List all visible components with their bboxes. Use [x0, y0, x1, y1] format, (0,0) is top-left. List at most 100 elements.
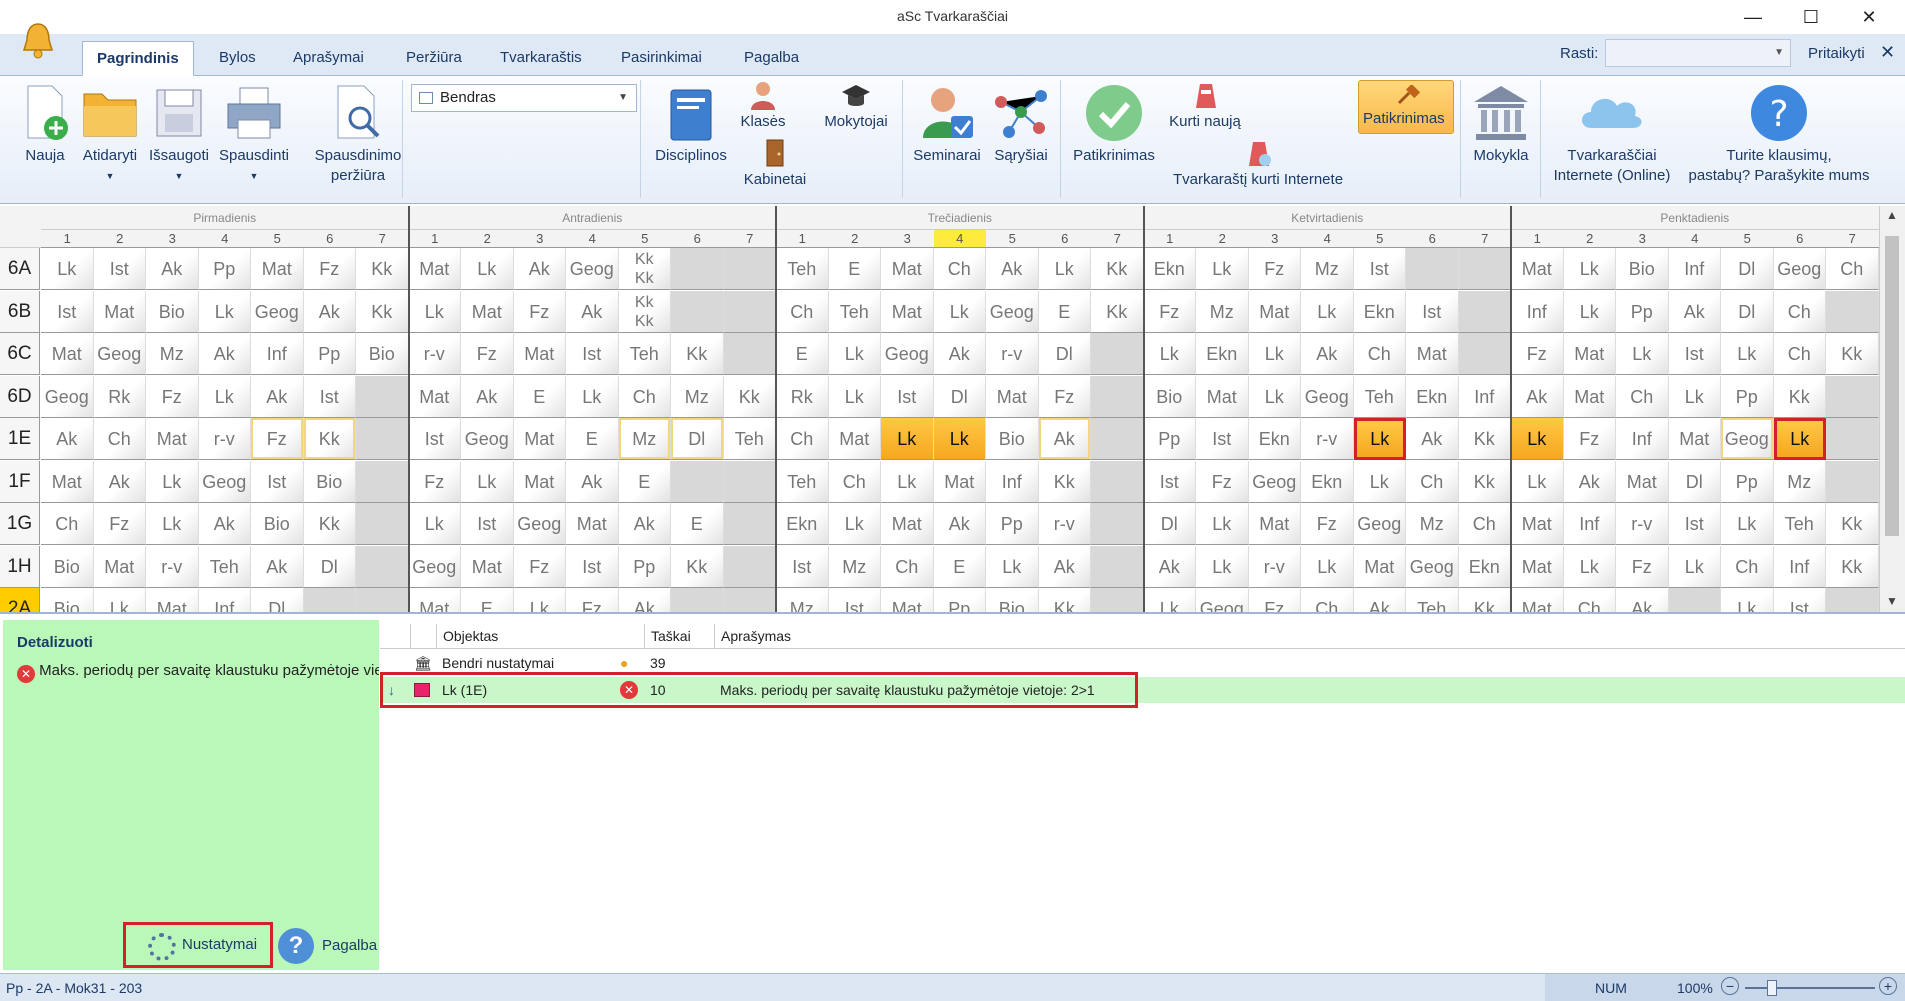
- lesson-cell[interactable]: Mat: [1248, 290, 1301, 333]
- chevron-up-icon[interactable]: ▲: [1886, 208, 1898, 222]
- lesson-cell[interactable]: Ch: [1773, 290, 1826, 333]
- lesson-cell[interactable]: Lk: [828, 333, 881, 375]
- lesson-cell[interactable]: Kk: [1458, 418, 1511, 460]
- lesson-cell[interactable]: [671, 290, 724, 333]
- lesson-cell[interactable]: Mat: [146, 418, 199, 460]
- minimize-button[interactable]: —: [1724, 0, 1782, 34]
- column-header-points[interactable]: Taškai: [644, 624, 714, 648]
- lesson-cell[interactable]: Ch: [618, 375, 671, 418]
- lesson-cell[interactable]: Fz: [513, 290, 566, 333]
- lesson-cell[interactable]: Pp: [1721, 375, 1774, 418]
- timetable-grid[interactable]: Pirmadienis 1 2 3 4 5 6 7 Antradienis 1 2 3 4 5 6 7 Treč…: [0, 206, 1905, 614]
- lesson-cell[interactable]: [1091, 333, 1144, 375]
- lesson-cell[interactable]: Bio: [356, 333, 409, 375]
- lesson-cell[interactable]: Lk: [408, 503, 461, 545]
- lesson-cell[interactable]: Ist: [461, 503, 514, 545]
- lesson-cell[interactable]: Inf: [1773, 545, 1826, 588]
- lesson-cell[interactable]: Pp: [1721, 460, 1774, 503]
- lesson-cell[interactable]: Teh: [828, 290, 881, 333]
- period-header[interactable]: 3: [881, 230, 934, 248]
- lesson-cell[interactable]: Geog: [408, 545, 461, 588]
- period-header[interactable]: 7: [356, 230, 409, 248]
- lesson-cell[interactable]: Ak: [986, 248, 1039, 290]
- tab-aprasymai[interactable]: Aprašymai: [279, 41, 378, 76]
- lesson-cell[interactable]: Teh: [723, 418, 776, 460]
- lesson-cell[interactable]: Bio: [251, 503, 304, 545]
- lesson-cell[interactable]: Geog: [1353, 503, 1406, 545]
- period-header[interactable]: 6: [1038, 230, 1091, 248]
- lesson-cell[interactable]: Ekn: [1301, 460, 1354, 503]
- lesson-cell[interactable]: Ak: [93, 460, 146, 503]
- online-timetables-button[interactable]: Tvarkaraščiai Internete (Online): [1546, 82, 1678, 186]
- lesson-cell[interactable]: Mat: [1511, 248, 1564, 290]
- lesson-cell[interactable]: Lk: [1668, 545, 1721, 588]
- lesson-cell[interactable]: Lk: [1721, 333, 1774, 375]
- lesson-cell[interactable]: [356, 460, 409, 503]
- classes-button[interactable]: Klasės: [736, 80, 790, 132]
- period-header[interactable]: 7: [1826, 230, 1879, 248]
- lesson-cell[interactable]: Dl: [671, 418, 724, 460]
- lesson-cell[interactable]: Ist: [408, 418, 461, 460]
- lesson-cell[interactable]: Lk: [566, 375, 619, 418]
- lesson-cell[interactable]: Mz: [1773, 460, 1826, 503]
- lesson-cell[interactable]: Mat: [1353, 545, 1406, 588]
- lesson-cell[interactable]: Lk: [881, 460, 934, 503]
- lesson-cell[interactable]: Bio: [146, 290, 199, 333]
- lesson-cell[interactable]: Dl: [1143, 503, 1196, 545]
- lesson-cell[interactable]: Kk: [303, 418, 356, 460]
- feedback-button[interactable]: ? Turite klausimų, pastabų? Parašykite m…: [1680, 82, 1878, 186]
- lesson-cell[interactable]: E: [618, 460, 671, 503]
- lesson-cell[interactable]: Ekn: [1248, 418, 1301, 460]
- lesson-cell[interactable]: Inf: [1458, 375, 1511, 418]
- lesson-cell[interactable]: Pp: [986, 503, 1039, 545]
- lesson-cell[interactable]: Lk: [461, 460, 514, 503]
- lesson-cell[interactable]: [1826, 375, 1879, 418]
- lesson-cell[interactable]: Bio: [986, 418, 1039, 460]
- lesson-cell[interactable]: [356, 375, 409, 418]
- lesson-cell[interactable]: Fz: [251, 418, 304, 460]
- class-row-header[interactable]: 1G: [0, 503, 40, 545]
- lesson-cell[interactable]: Ak: [1406, 418, 1459, 460]
- lesson-cell[interactable]: [723, 333, 776, 375]
- zoom-slider-track[interactable]: [1745, 987, 1875, 989]
- lesson-cell[interactable]: Lk: [986, 545, 1039, 588]
- lesson-cell[interactable]: r-v: [408, 333, 461, 375]
- lesson-cell[interactable]: Ak: [933, 333, 986, 375]
- lesson-cell[interactable]: [1458, 248, 1511, 290]
- period-header[interactable]: 5: [986, 230, 1039, 248]
- lesson-cell[interactable]: Teh: [1406, 588, 1459, 612]
- lesson-cell[interactable]: Ch: [776, 290, 829, 333]
- lesson-cell[interactable]: Dl: [303, 545, 356, 588]
- lesson-cell[interactable]: Dl: [1721, 248, 1774, 290]
- lesson-cell[interactable]: Ist: [881, 375, 934, 418]
- lesson-cell[interactable]: Mat: [1511, 503, 1564, 545]
- lesson-cell[interactable]: Kk Kk: [618, 248, 671, 290]
- lesson-cell[interactable]: Rk: [776, 375, 829, 418]
- lesson-cell[interactable]: Mat: [1616, 460, 1669, 503]
- lesson-cell[interactable]: Mat: [1511, 545, 1564, 588]
- lesson-cell[interactable]: Bio: [1616, 248, 1669, 290]
- class-row-header[interactable]: 6A: [0, 248, 40, 290]
- lesson-cell[interactable]: Ist: [1353, 248, 1406, 290]
- lesson-cell[interactable]: Lk: [1038, 248, 1091, 290]
- lesson-cell[interactable]: Mat: [513, 418, 566, 460]
- lesson-cell[interactable]: Lk: [1721, 588, 1774, 612]
- lesson-cell[interactable]: Ak: [146, 248, 199, 290]
- lesson-cell[interactable]: Ak: [513, 248, 566, 290]
- lesson-cell[interactable]: Dl: [1668, 460, 1721, 503]
- zoom-in-button[interactable]: +: [1879, 977, 1897, 995]
- lesson-cell[interactable]: Inf: [1616, 418, 1669, 460]
- lesson-cell[interactable]: Bio: [303, 460, 356, 503]
- close-button[interactable]: ✕: [1840, 0, 1898, 34]
- lesson-cell[interactable]: Fz: [461, 333, 514, 375]
- lesson-cell[interactable]: Kk: [1458, 460, 1511, 503]
- lesson-cell[interactable]: [671, 248, 724, 290]
- lesson-cell[interactable]: Teh: [1353, 375, 1406, 418]
- lesson-cell[interactable]: Bio: [986, 588, 1039, 612]
- lesson-cell[interactable]: Fz: [408, 460, 461, 503]
- lesson-cell[interactable]: [303, 588, 356, 612]
- lesson-cell[interactable]: Mat: [566, 503, 619, 545]
- lesson-cell[interactable]: Kk Kk: [618, 290, 671, 333]
- lesson-cell[interactable]: Kk: [1826, 333, 1879, 375]
- subjects-button[interactable]: Disciplinos: [648, 86, 734, 166]
